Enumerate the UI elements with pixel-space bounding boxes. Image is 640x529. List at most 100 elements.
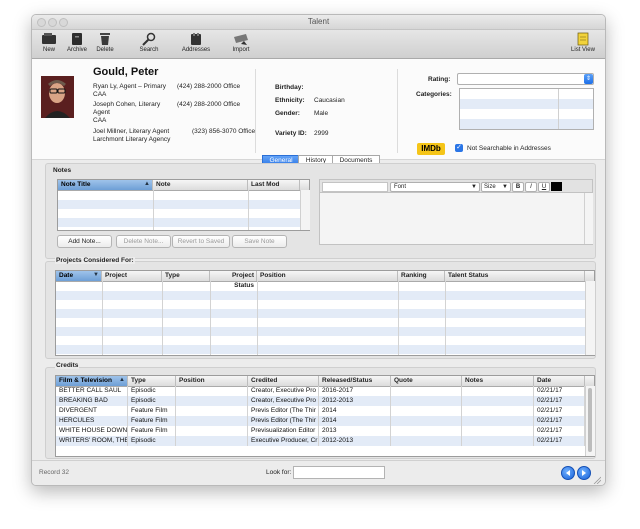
credits-scrollbar-thumb[interactable] bbox=[588, 388, 592, 452]
import-button[interactable]: Import bbox=[224, 30, 258, 58]
notes-table[interactable]: Note Title ▲ Note Last Mod bbox=[57, 179, 310, 231]
credits-col-credited[interactable]: Credited bbox=[248, 376, 319, 386]
style-field[interactable] bbox=[322, 182, 388, 192]
table-row[interactable] bbox=[56, 327, 585, 336]
projects-col-project-status[interactable]: Project Status bbox=[210, 271, 257, 289]
note-editor-scrollbar[interactable] bbox=[584, 193, 593, 244]
credits-col-released-status[interactable]: Released/Status bbox=[319, 376, 391, 386]
italic-button[interactable]: I bbox=[525, 182, 537, 192]
projects-col-ranking[interactable]: Ranking bbox=[398, 271, 445, 281]
projects-col-project[interactable]: Project bbox=[102, 271, 162, 281]
agent-2-phone: (424) 288-2000 Office bbox=[177, 101, 241, 108]
text-color-swatch[interactable] bbox=[551, 182, 562, 191]
agent-3[interactable]: Joel Millner, Literary Agent Larchmont L… bbox=[93, 128, 188, 144]
credits-col-date[interactable]: Date bbox=[534, 376, 585, 386]
trash-icon bbox=[100, 33, 110, 45]
notes-col-note-title[interactable]: Note Title bbox=[58, 180, 153, 190]
credit-cell-notes bbox=[462, 426, 534, 436]
talent-header: Gould, Peter Ryan Ly, Agent – Primary CA… bbox=[32, 59, 605, 160]
table-row[interactable]: DIVERGENT Feature Film Previs Editor (The … bbox=[56, 406, 585, 416]
projects-title: Projects Considered For: bbox=[55, 257, 135, 264]
credits-table[interactable]: Film & Television ▲ Type Position Credit… bbox=[55, 375, 595, 457]
look-for-input[interactable] bbox=[293, 466, 385, 479]
chevron-updown-icon: ⇕ bbox=[584, 74, 593, 84]
agent-1[interactable]: Ryan Ly, Agent – Primary CAA bbox=[93, 83, 173, 99]
credits-scrollbar[interactable] bbox=[585, 386, 595, 456]
next-record-button[interactable] bbox=[577, 466, 591, 480]
credit-cell-film: HERCULES bbox=[56, 416, 128, 426]
search-button[interactable]: Search bbox=[132, 30, 166, 58]
addresses-button[interactable]: Addresses bbox=[179, 30, 213, 58]
credit-cell-quote bbox=[391, 416, 462, 426]
list-view-button[interactable]: List View bbox=[566, 30, 600, 58]
credit-cell-date: 02/21/17 bbox=[534, 396, 585, 406]
credit-cell-quote bbox=[391, 426, 462, 436]
table-row[interactable]: BREAKING BAD Episodic Creator, Executive P… bbox=[56, 396, 585, 406]
not-searchable-label: Not Searchable in Addresses bbox=[467, 145, 551, 152]
not-searchable-checkbox[interactable]: ✓ bbox=[455, 144, 463, 152]
table-row[interactable]: BETTER CALL SAUL Episodic Creator, Executi… bbox=[56, 386, 585, 396]
bold-button[interactable]: B bbox=[512, 182, 524, 192]
credit-cell-notes bbox=[462, 416, 534, 426]
imdb-logo-button[interactable]: IMDb bbox=[417, 143, 445, 155]
variety-id-value[interactable]: 2999 bbox=[314, 130, 328, 137]
notes-scrollbar[interactable] bbox=[300, 190, 310, 230]
credit-cell-date: 02/21/17 bbox=[534, 416, 585, 426]
addresses-label: Addresses bbox=[181, 47, 211, 53]
credits-col-type[interactable]: Type bbox=[128, 376, 176, 386]
notes-table-header: Note Title ▲ Note Last Mod bbox=[58, 180, 309, 191]
variety-id-label: Variety ID: bbox=[275, 130, 307, 137]
column-divider bbox=[248, 190, 249, 230]
table-row[interactable] bbox=[56, 291, 585, 300]
projects-scrollbar[interactable] bbox=[585, 281, 595, 355]
previous-record-button[interactable] bbox=[561, 466, 575, 480]
table-row[interactable]: WRITERS' ROOM, THE Episodic Executive Prod… bbox=[56, 436, 585, 446]
agent-2[interactable]: Joseph Cohen, Literary Agent CAA bbox=[93, 101, 173, 125]
column-divider bbox=[398, 281, 399, 355]
projects-table[interactable]: Date ▼ Project Type Project Status Posit… bbox=[55, 270, 595, 356]
notes-col-last-mod[interactable]: Last Mod bbox=[248, 180, 300, 190]
revert-to-saved-button[interactable]: Revert to Saved bbox=[172, 235, 230, 248]
credits-col-position[interactable]: Position bbox=[176, 376, 248, 386]
categories-list[interactable] bbox=[459, 88, 594, 130]
credit-cell-film: WRITERS' ROOM, THE bbox=[56, 436, 128, 446]
gender-label: Gender: bbox=[275, 110, 300, 117]
size-select[interactable]: Size ▼ bbox=[481, 182, 511, 192]
add-note-button[interactable]: Add Note... bbox=[57, 235, 112, 248]
agent-1-agency: CAA bbox=[93, 91, 107, 98]
ethnicity-value[interactable]: Caucasian bbox=[314, 97, 345, 104]
agent-3-agency: Larchmont Literary Agency bbox=[93, 136, 171, 143]
projects-col-position[interactable]: Position bbox=[257, 271, 398, 281]
credits-col-film-television[interactable]: Film & Television bbox=[56, 376, 128, 386]
delete-button[interactable]: Delete bbox=[88, 30, 122, 58]
credits-col-quote[interactable]: Quote bbox=[391, 376, 462, 386]
table-row[interactable]: HERCULES Feature Film Previs Editor (The T… bbox=[56, 416, 585, 426]
note-editor[interactable]: Font ▼ Size ▼ B I U bbox=[319, 179, 593, 245]
rating-label: Rating: bbox=[428, 76, 451, 83]
credit-cell-date: 02/21/17 bbox=[534, 436, 585, 446]
credit-cell-position bbox=[176, 406, 248, 416]
credit-cell-credited: Previs Editor (The Thir bbox=[248, 416, 319, 426]
table-row[interactable]: WHITE HOUSE DOWN Feature Film Previsualiza… bbox=[56, 426, 585, 436]
import-label: Import bbox=[232, 47, 250, 53]
gender-value[interactable]: Male bbox=[314, 110, 328, 117]
resize-grip-icon[interactable] bbox=[593, 476, 602, 485]
credit-cell-type: Feature Film bbox=[128, 426, 176, 436]
table-row[interactable] bbox=[58, 218, 300, 227]
underline-button[interactable]: U bbox=[538, 182, 550, 192]
notes-col-note[interactable]: Note bbox=[153, 180, 248, 190]
font-select[interactable]: Font ▼ bbox=[390, 182, 480, 192]
projects-col-type[interactable]: Type bbox=[162, 271, 210, 281]
table-row[interactable] bbox=[56, 309, 585, 318]
credit-cell-released: 2012-2013 bbox=[319, 396, 391, 406]
credit-cell-type: Feature Film bbox=[128, 416, 176, 426]
delete-note-button[interactable]: Delete Note... bbox=[116, 235, 171, 248]
rating-select[interactable]: ⇕ bbox=[457, 73, 594, 85]
credit-cell-quote bbox=[391, 386, 462, 396]
projects-col-talent-status[interactable]: Talent Status bbox=[445, 271, 585, 281]
table-row[interactable] bbox=[58, 200, 300, 209]
save-note-button[interactable]: Save Note bbox=[232, 235, 287, 248]
table-row[interactable] bbox=[56, 345, 585, 354]
credits-col-notes[interactable]: Notes bbox=[462, 376, 534, 386]
chevron-down-icon: ▼ bbox=[471, 184, 477, 190]
